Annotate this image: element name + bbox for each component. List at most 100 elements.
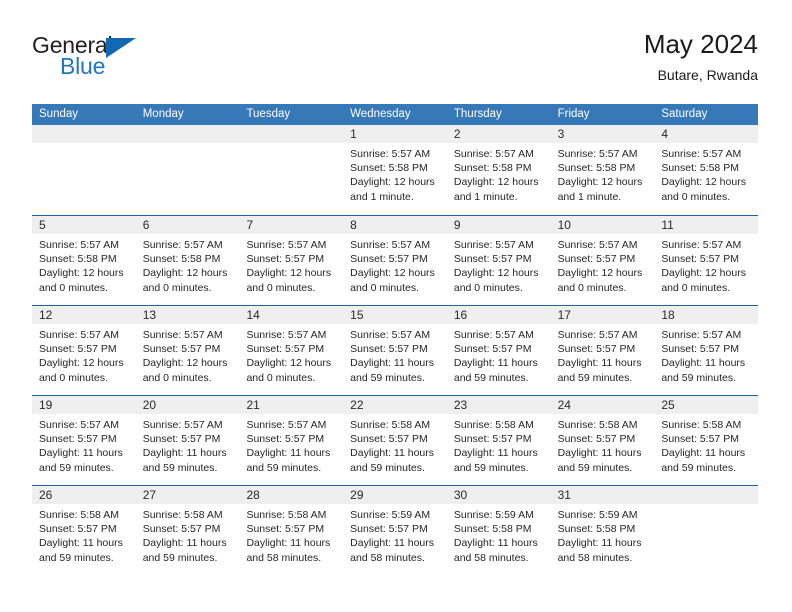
- day-cell[interactable]: 1 Sunrise: 5:57 AM Sunset: 5:58 PM Daylight…: [343, 125, 447, 215]
- day-details: Sunrise: 5:59 AM Sunset: 5:58 PM Daylight:…: [551, 504, 655, 565]
- day-cell[interactable]: 21 Sunrise: 5:57 AM Sunset: 5:57 PM Dayligh…: [239, 396, 344, 485]
- daylight-text-line1: Daylight: 12 hours: [557, 176, 643, 189]
- day-cell[interactable]: 10 Sunrise: 5:57 AM Sunset: 5:57 PM Dayligh…: [550, 216, 655, 305]
- day-number: 16: [446, 306, 551, 324]
- sunset-text: Sunset: 5:57 PM: [557, 253, 636, 266]
- day-number: 20: [135, 396, 240, 414]
- day-cell[interactable]: 15 Sunrise: 5:57 AM Sunset: 5:57 PM Dayligh…: [343, 306, 447, 395]
- sunrise-text: Sunrise: 5:58 AM: [246, 509, 327, 521]
- day-cell[interactable]: 9 Sunrise: 5:57 AM Sunset: 5:57 PM Daylight…: [446, 216, 551, 305]
- day-details: Sunrise: 5:57 AM Sunset: 5:58 PM Daylight:…: [136, 234, 240, 295]
- day-number: [239, 125, 344, 143]
- sunrise-text: Sunrise: 5:57 AM: [453, 239, 534, 251]
- day-number: 3: [550, 125, 655, 143]
- daylight-text-line1: Daylight: 12 hours: [142, 357, 228, 370]
- sunset-text: Sunset: 5:58 PM: [557, 523, 636, 536]
- day-details: Sunrise: 5:57 AM Sunset: 5:57 PM Daylight:…: [447, 324, 551, 385]
- sunrise-text: Sunrise: 5:57 AM: [142, 239, 223, 251]
- daylight-text-line1: Daylight: 11 hours: [350, 357, 435, 370]
- daylight-text-line1: Daylight: 11 hours: [453, 447, 538, 460]
- daylight-text-line2: and 1 minute.: [557, 190, 622, 203]
- weekday-header-wednesday: Wednesday: [350, 108, 411, 120]
- sunrise-text: Sunrise: 5:57 AM: [557, 239, 638, 251]
- day-cell[interactable]: 27 Sunrise: 5:58 AM Sunset: 5:57 PM Dayligh…: [135, 486, 240, 575]
- daylight-text-line1: Daylight: 12 hours: [350, 267, 435, 280]
- day-number: 1: [343, 125, 447, 143]
- day-details: Sunrise: 5:57 AM Sunset: 5:57 PM Daylight:…: [343, 324, 447, 385]
- day-number: 24: [550, 396, 655, 414]
- day-cell[interactable]: 25 Sunrise: 5:58 AM Sunset: 5:57 PM Dayligh…: [654, 396, 759, 485]
- day-cell[interactable]: 29 Sunrise: 5:59 AM Sunset: 5:57 PM Dayligh…: [343, 486, 447, 575]
- day-cell[interactable]: 30 Sunrise: 5:59 AM Sunset: 5:58 PM Dayligh…: [446, 486, 551, 575]
- calendar-week-row: 5 Sunrise: 5:57 AM Sunset: 5:58 PM Daylight…: [32, 215, 759, 305]
- sunset-text: Sunset: 5:57 PM: [350, 523, 428, 536]
- daylight-text-line2: and 0 minutes.: [557, 281, 627, 294]
- day-cell[interactable]: 23 Sunrise: 5:58 AM Sunset: 5:57 PM Dayligh…: [446, 396, 551, 485]
- daylight-text-line1: Daylight: 11 hours: [350, 537, 435, 550]
- day-number: 17: [550, 306, 655, 324]
- day-number: 11: [654, 216, 759, 234]
- sunrise-text: Sunrise: 5:57 AM: [246, 329, 327, 341]
- day-cell[interactable]: 5 Sunrise: 5:57 AM Sunset: 5:58 PM Daylight…: [32, 216, 136, 305]
- daylight-text-line2: and 58 minutes.: [350, 551, 425, 564]
- day-number: [135, 125, 240, 143]
- daylight-text-line1: Daylight: 11 hours: [246, 537, 331, 550]
- day-cell[interactable]: 19 Sunrise: 5:57 AM Sunset: 5:57 PM Dayligh…: [32, 396, 136, 485]
- day-number: 23: [446, 396, 551, 414]
- day-details: Sunrise: 5:57 AM Sunset: 5:58 PM Daylight:…: [343, 143, 447, 204]
- sunrise-text: Sunrise: 5:57 AM: [557, 329, 638, 341]
- general-blue-logo[interactable]: General Blue: [32, 32, 252, 88]
- sunset-text: Sunset: 5:57 PM: [661, 253, 739, 266]
- day-cell[interactable]: 17 Sunrise: 5:57 AM Sunset: 5:57 PM Dayligh…: [550, 306, 655, 395]
- day-cell[interactable]: 13 Sunrise: 5:57 AM Sunset: 5:57 PM Dayligh…: [135, 306, 240, 395]
- daylight-text-line2: and 0 minutes.: [453, 281, 523, 294]
- sunset-text: Sunset: 5:57 PM: [350, 343, 428, 356]
- sunset-text: Sunset: 5:58 PM: [453, 162, 532, 175]
- sunset-text: Sunset: 5:58 PM: [557, 162, 636, 175]
- day-cell[interactable]: 31 Sunrise: 5:59 AM Sunset: 5:58 PM Dayligh…: [550, 486, 655, 575]
- title-block: May 2024 Butare, Rwanda: [644, 28, 758, 85]
- day-cell[interactable]: 8 Sunrise: 5:57 AM Sunset: 5:57 PM Daylight…: [343, 216, 447, 305]
- sunrise-text: Sunrise: 5:57 AM: [39, 239, 119, 251]
- day-cell[interactable]: 16 Sunrise: 5:57 AM Sunset: 5:57 PM Dayligh…: [446, 306, 551, 395]
- day-number: 15: [343, 306, 447, 324]
- daylight-text-line1: Daylight: 11 hours: [453, 357, 538, 370]
- sunset-text: Sunset: 5:57 PM: [453, 253, 532, 266]
- sunset-text: Sunset: 5:57 PM: [246, 343, 325, 356]
- day-cell[interactable]: 24 Sunrise: 5:58 AM Sunset: 5:57 PM Dayligh…: [550, 396, 655, 485]
- day-cell[interactable]: 28 Sunrise: 5:58 AM Sunset: 5:57 PM Dayligh…: [239, 486, 344, 575]
- day-details: Sunrise: 5:58 AM Sunset: 5:57 PM Daylight:…: [551, 414, 655, 475]
- day-cell[interactable]: 26 Sunrise: 5:58 AM Sunset: 5:57 PM Dayligh…: [32, 486, 136, 575]
- day-cell[interactable]: 18 Sunrise: 5:57 AM Sunset: 5:57 PM Dayligh…: [654, 306, 759, 395]
- sunset-text: Sunset: 5:57 PM: [661, 433, 739, 446]
- day-cell[interactable]: 22 Sunrise: 5:58 AM Sunset: 5:57 PM Dayligh…: [343, 396, 447, 485]
- day-details: Sunrise: 5:57 AM Sunset: 5:57 PM Daylight:…: [239, 414, 343, 475]
- day-number: 27: [135, 486, 240, 504]
- day-cell[interactable]: 7 Sunrise: 5:57 AM Sunset: 5:57 PM Daylight…: [239, 216, 344, 305]
- day-cell[interactable]: 20 Sunrise: 5:57 AM Sunset: 5:57 PM Dayligh…: [135, 396, 240, 485]
- day-cell[interactable]: 4 Sunrise: 5:57 AM Sunset: 5:58 PM Daylight…: [654, 125, 759, 215]
- sunset-text: Sunset: 5:58 PM: [39, 253, 117, 266]
- page-header: General Blue May 2024 Butare, Rwanda: [32, 28, 758, 94]
- sunrise-text: Sunrise: 5:57 AM: [350, 239, 431, 251]
- day-number: 13: [135, 306, 240, 324]
- day-details: Sunrise: 5:57 AM Sunset: 5:57 PM Daylight:…: [239, 324, 343, 385]
- day-number: 18: [654, 306, 759, 324]
- day-cell[interactable]: 2 Sunrise: 5:57 AM Sunset: 5:58 PM Daylight…: [446, 125, 551, 215]
- daylight-text-line1: Daylight: 11 hours: [661, 447, 746, 460]
- daylight-text-line1: Daylight: 11 hours: [350, 447, 435, 460]
- day-details: Sunrise: 5:57 AM Sunset: 5:57 PM Daylight:…: [551, 324, 655, 385]
- day-cell[interactable]: 14 Sunrise: 5:57 AM Sunset: 5:57 PM Dayligh…: [239, 306, 344, 395]
- day-details: Sunrise: 5:57 AM Sunset: 5:57 PM Daylight:…: [239, 234, 343, 295]
- sunset-text: Sunset: 5:57 PM: [557, 433, 636, 446]
- day-cell[interactable]: 11 Sunrise: 5:57 AM Sunset: 5:57 PM Dayligh…: [654, 216, 759, 305]
- day-cell[interactable]: 3 Sunrise: 5:57 AM Sunset: 5:58 PM Daylight…: [550, 125, 655, 215]
- day-number: 30: [446, 486, 551, 504]
- day-details: Sunrise: 5:58 AM Sunset: 5:57 PM Daylight:…: [136, 504, 240, 565]
- day-cell[interactable]: 12 Sunrise: 5:57 AM Sunset: 5:57 PM Dayligh…: [32, 306, 136, 395]
- day-cell[interactable]: 6 Sunrise: 5:57 AM Sunset: 5:58 PM Daylight…: [135, 216, 240, 305]
- sunset-text: Sunset: 5:57 PM: [142, 343, 221, 356]
- sunset-text: Sunset: 5:57 PM: [453, 343, 532, 356]
- daylight-text-line2: and 58 minutes.: [557, 551, 633, 564]
- sunset-text: Sunset: 5:57 PM: [142, 523, 221, 536]
